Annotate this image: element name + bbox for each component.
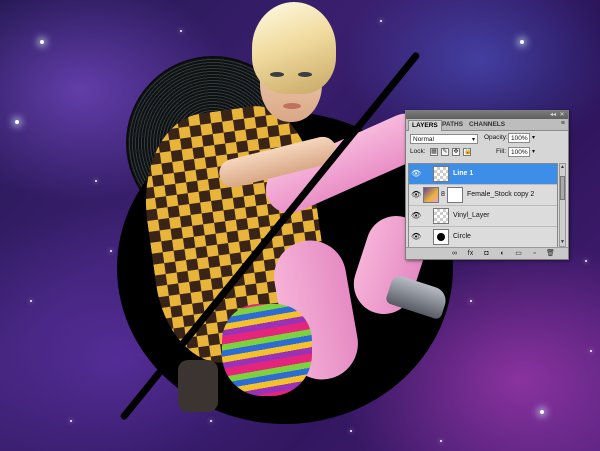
folder-icon[interactable]: ▭	[514, 249, 523, 258]
chevron-down-icon: ▾	[471, 137, 475, 143]
opacity-input[interactable]: 100%	[508, 133, 530, 143]
layers-scrollbar[interactable]: ▲ ▼	[559, 163, 566, 247]
panel-tabs: LAYERS PATHS CHANNELS ≡	[406, 119, 568, 131]
adjustment-icon[interactable]: ◐	[498, 249, 507, 258]
blend-mode-select[interactable]: Normal ▾	[410, 134, 478, 144]
close-icon[interactable]: ✕	[559, 112, 565, 118]
visibility-eye-icon[interactable]: 👁	[411, 190, 421, 199]
layer-name: Line 1	[453, 170, 474, 177]
layer-thumbnail	[433, 208, 449, 224]
visibility-eye-icon[interactable]: 👁	[411, 169, 421, 178]
striped-shorts	[222, 304, 312, 396]
lock-label: Lock:	[410, 148, 426, 155]
star	[70, 420, 72, 422]
star	[380, 20, 382, 22]
new-layer-icon[interactable]: ▫	[530, 249, 539, 258]
lips	[283, 103, 301, 109]
panel-titlebar[interactable]: ◂◂ ✕	[406, 111, 568, 119]
layer-name: Circle	[453, 233, 471, 240]
layer-row-female-stock-copy-2[interactable]: 👁 8 Female_Stock copy 2	[409, 185, 557, 206]
star	[210, 420, 212, 422]
panel-menu-icon[interactable]: ≡	[561, 120, 565, 127]
star	[350, 430, 352, 432]
star	[520, 40, 524, 44]
lock-image-icon[interactable]: ✎	[441, 148, 449, 156]
blend-row: Normal ▾ Opacity: 100% ▾	[408, 133, 566, 145]
link-icon[interactable]: ∞	[450, 249, 459, 258]
fill-label: Fill:	[496, 148, 507, 155]
star	[585, 260, 587, 262]
scroll-down-icon[interactable]: ▼	[560, 239, 565, 246]
layer-name: Vinyl_Layer	[453, 212, 490, 219]
fill-arrow-icon[interactable]: ▾	[532, 147, 535, 157]
fx-icon[interactable]: fx	[466, 249, 475, 258]
left-eye	[270, 72, 284, 77]
star	[40, 40, 44, 44]
layer-thumbnail	[423, 187, 439, 203]
tab-layers[interactable]: LAYERS	[408, 120, 442, 131]
trash-icon[interactable]: 🗑	[546, 249, 555, 258]
scroll-up-icon[interactable]: ▲	[560, 164, 565, 171]
panel-bottom-bar: ∞ fx ◘ ◐ ▭ ▫ 🗑	[406, 247, 568, 259]
star	[590, 350, 592, 352]
layer-row-circle[interactable]: 👁 Circle	[409, 227, 557, 248]
star	[180, 30, 182, 32]
layer-row-line-1[interactable]: 👁 Line 1	[409, 164, 557, 185]
right-eye	[298, 72, 312, 77]
layer-mask-thumbnail[interactable]	[447, 187, 463, 203]
lock-position-icon[interactable]: ✥	[452, 148, 460, 156]
star	[440, 440, 442, 442]
star	[540, 410, 544, 414]
star	[30, 300, 32, 302]
tab-channels[interactable]: CHANNELS	[466, 120, 508, 130]
opacity-label: Opacity:	[484, 134, 508, 141]
blonde-hair	[252, 2, 336, 94]
layer-thumbnail	[433, 166, 449, 182]
visibility-eye-icon[interactable]: 👁	[411, 211, 421, 220]
star	[470, 300, 472, 302]
star	[95, 180, 97, 182]
star	[110, 250, 112, 252]
layers-panel[interactable]: ◂◂ ✕ LAYERS PATHS CHANNELS ≡ Normal ▾ Op…	[405, 110, 569, 260]
fill-input[interactable]: 100%	[508, 147, 530, 157]
chain-link-icon[interactable]: 8	[441, 191, 445, 198]
tab-paths[interactable]: PATHS	[439, 120, 466, 130]
lock-all-icon[interactable]: 🔒	[463, 148, 471, 156]
star	[15, 120, 19, 124]
layers-list: 👁 Line 1 👁 8 Female_Stock copy 2 👁 Vinyl…	[408, 163, 558, 249]
scroll-thumb[interactable]	[560, 176, 565, 200]
layer-row-vinyl-layer[interactable]: 👁 Vinyl_Layer	[409, 206, 557, 227]
opacity-arrow-icon[interactable]: ▾	[532, 133, 535, 143]
lock-transparent-icon[interactable]: ▦	[430, 148, 438, 156]
visibility-eye-icon[interactable]: 👁	[411, 232, 421, 241]
mask-icon[interactable]: ◘	[482, 249, 491, 258]
boot	[178, 360, 218, 412]
layer-name: Female_Stock copy 2	[467, 191, 535, 198]
lock-row: Lock: ▦ ✎ ✥ 🔒 Fill: 100% ▾	[408, 147, 566, 159]
collapse-icon[interactable]: ◂◂	[550, 112, 556, 118]
layer-thumbnail	[433, 229, 449, 245]
blend-mode-value: Normal	[413, 136, 434, 143]
